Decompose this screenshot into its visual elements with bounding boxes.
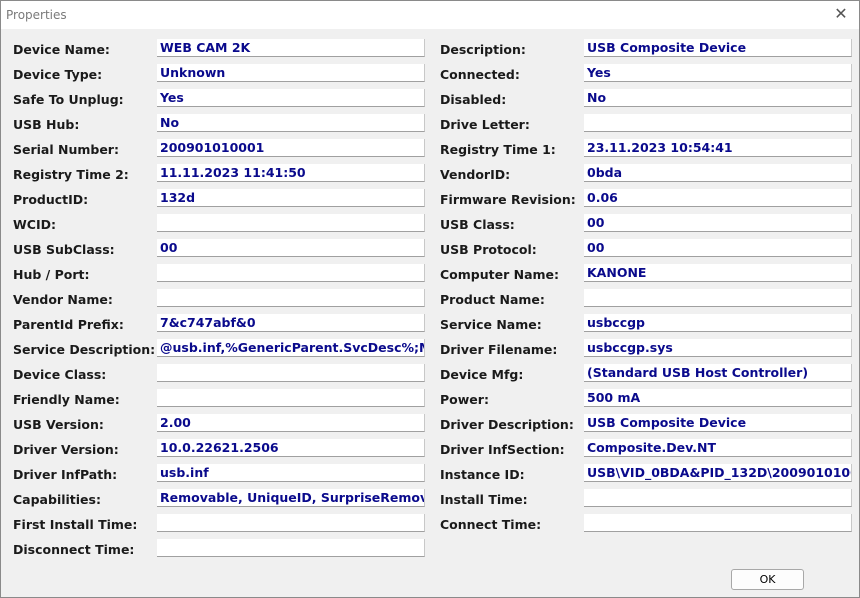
property-label: USB Protocol:: [440, 242, 537, 257]
property-label: Device Type:: [13, 67, 103, 82]
title-bar: Properties ✕: [1, 1, 859, 29]
property-label: Connected:: [440, 67, 520, 82]
property-label: Driver InfPath:: [13, 467, 118, 482]
property-label: Install Time:: [440, 492, 528, 507]
device-type-field[interactable]: Unknown: [157, 64, 425, 82]
device-mfg-field[interactable]: (Standard USB Host Controller): [584, 364, 852, 382]
properties-window: Properties ✕ Device Name: WEB CAM 2K Devic…: [0, 0, 860, 598]
first-install-time-field[interactable]: [157, 514, 425, 532]
property-label: Drive Letter:: [440, 117, 530, 132]
property-label: Firmware Revision:: [440, 192, 576, 207]
usb-hub-field[interactable]: No: [157, 114, 425, 132]
property-label: Description:: [440, 42, 526, 57]
firmware-revision-field[interactable]: 0.06: [584, 189, 852, 207]
vendor-name-field[interactable]: [157, 289, 425, 307]
connect-time-field[interactable]: [584, 514, 852, 532]
description-field[interactable]: USB Composite Device: [584, 39, 852, 57]
property-label: Driver Filename:: [440, 342, 558, 357]
property-label: Hub / Port:: [13, 267, 90, 282]
property-label: Product Name:: [440, 292, 545, 307]
property-label: Vendor Name:: [13, 292, 113, 307]
usb-protocol-field[interactable]: 00: [584, 239, 852, 257]
property-label: Service Description:: [13, 342, 156, 357]
device-name-field[interactable]: WEB CAM 2K: [157, 39, 425, 57]
device-class-field[interactable]: [157, 364, 425, 382]
property-label: ProductID:: [13, 192, 89, 207]
property-label: Disconnect Time:: [13, 542, 135, 557]
property-label: Device Mfg:: [440, 367, 524, 382]
disabled-field[interactable]: No: [584, 89, 852, 107]
property-label: Registry Time 2:: [13, 167, 129, 182]
friendly-name-field[interactable]: [157, 389, 425, 407]
property-label: Friendly Name:: [13, 392, 120, 407]
property-label: Driver InfSection:: [440, 442, 565, 457]
property-label: Device Name:: [13, 42, 110, 57]
property-label: Driver Description:: [440, 417, 574, 432]
driver-infsection-field[interactable]: Composite.Dev.NT: [584, 439, 852, 457]
property-label: USB Class:: [440, 217, 515, 232]
wcid-field[interactable]: [157, 214, 425, 232]
property-label: Safe To Unplug:: [13, 92, 124, 107]
property-label: Connect Time:: [440, 517, 542, 532]
driver-infpath-field[interactable]: usb.inf: [157, 464, 425, 482]
property-label: WCID:: [13, 217, 56, 232]
usb-subclass-field[interactable]: 00: [157, 239, 425, 257]
property-label: Computer Name:: [440, 267, 560, 282]
usb-class-field[interactable]: 00: [584, 214, 852, 232]
usb-version-field[interactable]: 2.00: [157, 414, 425, 432]
product-name-field[interactable]: [584, 289, 852, 307]
property-label: Device Class:: [13, 367, 107, 382]
service-name-field[interactable]: usbccgp: [584, 314, 852, 332]
property-label: VendorID:: [440, 167, 511, 182]
vendorid-field[interactable]: 0bda: [584, 164, 852, 182]
serial-number-field[interactable]: 200901010001: [157, 139, 425, 157]
connected-field[interactable]: Yes: [584, 64, 852, 82]
driver-description-field[interactable]: USB Composite Device: [584, 414, 852, 432]
disconnect-time-field[interactable]: [157, 539, 425, 557]
property-label: USB SubClass:: [13, 242, 115, 257]
computer-name-field[interactable]: KANONE: [584, 264, 852, 282]
property-label: Disabled:: [440, 92, 507, 107]
property-label: Service Name:: [440, 317, 542, 332]
hub-port-field[interactable]: [157, 264, 425, 282]
property-label: USB Version:: [13, 417, 104, 432]
registry-time-2-field[interactable]: 11.11.2023 11:41:50: [157, 164, 425, 182]
property-label: ParentId Prefix:: [13, 317, 124, 332]
instance-id-field[interactable]: USB\VID_0BDA&PID_132D\200901010001: [584, 464, 852, 482]
property-label: Power:: [440, 392, 489, 407]
registry-time-1-field[interactable]: 23.11.2023 10:54:41: [584, 139, 852, 157]
property-label: Registry Time 1:: [440, 142, 556, 157]
property-label: Instance ID:: [440, 467, 525, 482]
ok-button[interactable]: OK: [731, 569, 804, 590]
power-field[interactable]: 500 mA: [584, 389, 852, 407]
property-label: Driver Version:: [13, 442, 119, 457]
driver-version-field[interactable]: 10.0.22621.2506: [157, 439, 425, 457]
safe-to-unplug-field[interactable]: Yes: [157, 89, 425, 107]
capabilities-field[interactable]: Removable, UniqueID, SurpriseRemoval: [157, 489, 425, 507]
property-label: Serial Number:: [13, 142, 119, 157]
window-title: Properties: [6, 8, 67, 22]
driver-filename-field[interactable]: usbccgp.sys: [584, 339, 852, 357]
install-time-field[interactable]: [584, 489, 852, 507]
productid-field[interactable]: 132d: [157, 189, 425, 207]
drive-letter-field[interactable]: [584, 114, 852, 132]
property-label: USB Hub:: [13, 117, 80, 132]
property-label: Capabilities:: [13, 492, 101, 507]
property-label: First Install Time:: [13, 517, 138, 532]
service-description-field[interactable]: @usb.inf,%GenericParent.SvcDesc%;Mic: [157, 339, 425, 357]
parentid-prefix-field[interactable]: 7&c747abf&0: [157, 314, 425, 332]
close-icon[interactable]: ✕: [829, 3, 853, 25]
